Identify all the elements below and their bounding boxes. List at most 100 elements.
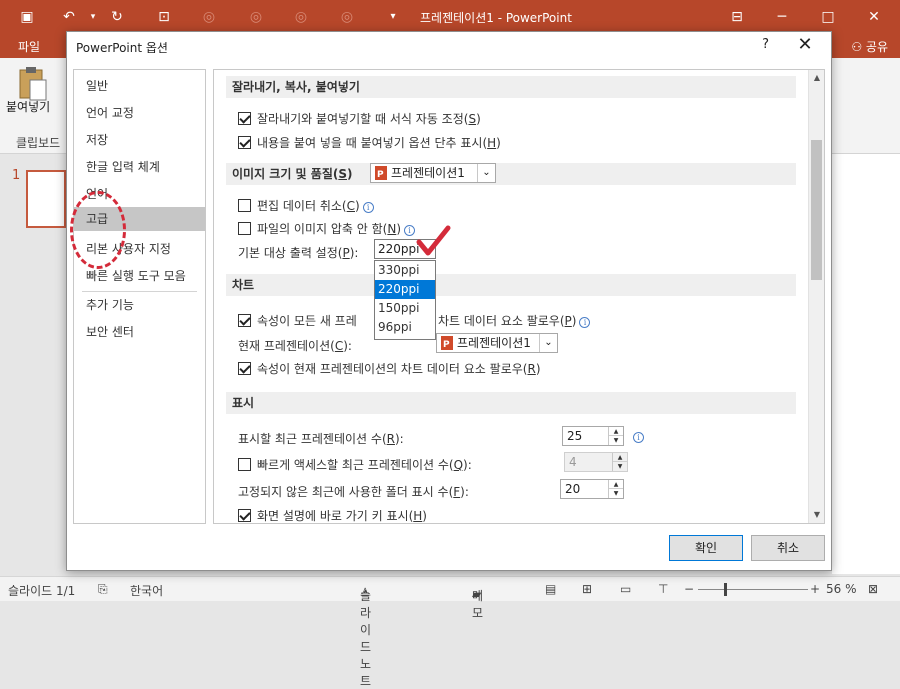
dpi-option-150[interactable]: 150ppi	[375, 299, 435, 318]
zoom-slider-thumb[interactable]	[724, 583, 727, 596]
checkbox[interactable]	[238, 112, 251, 125]
dpi-option-330[interactable]: 330ppi	[375, 261, 435, 280]
spinner-value[interactable]: 20	[565, 482, 580, 496]
option-smart-cut[interactable]: 잘라내기와 붙여넣기할 때 서식 자동 조정(S)	[238, 110, 481, 127]
ribbon-display-icon[interactable]: ⊟	[723, 6, 751, 28]
slide-thumbnail[interactable]	[26, 170, 66, 228]
scroll-up-icon[interactable]: ▲	[809, 70, 824, 86]
option-paste-options-button[interactable]: 내용을 붙여 넣을 때 붙여넣기 옵션 단추 표시(H)	[238, 134, 501, 151]
info-icon[interactable]: i	[633, 432, 644, 443]
option-label: 빠르게 액세스할 최근 프레젠테이션 수	[257, 458, 449, 472]
scroll-thumb[interactable]	[811, 140, 822, 280]
customize-toolbar-icon[interactable]: ▾	[382, 7, 404, 27]
option-label: 차트 데이터 요소 팔로우	[438, 314, 560, 328]
redo-icon[interactable]: ↻	[106, 7, 128, 27]
nav-korean-input[interactable]: 한글 입력 체계	[74, 155, 205, 179]
tab-file[interactable]: 파일	[18, 38, 40, 55]
zoom-in-icon[interactable]: +	[810, 582, 820, 596]
paste-label[interactable]: 붙여넣기	[6, 98, 50, 115]
spin-up-icon[interactable]: ▲	[609, 427, 623, 436]
current-presentation-label: 현재 프레젠테이션(C):	[238, 339, 352, 353]
zoom-slider[interactable]	[698, 589, 808, 590]
dpi-option-220[interactable]: 220ppi	[375, 280, 435, 299]
comments-label: 메모	[472, 589, 484, 620]
nav-trust-center[interactable]: 보안 센터	[74, 320, 205, 344]
recent-presentations-spinner[interactable]: 25 ▲ ▼	[562, 426, 624, 446]
scroll-down-icon[interactable]: ▼	[809, 507, 824, 523]
slideshow-view-icon[interactable]: ⊤	[658, 582, 668, 596]
language-status[interactable]: 한국어	[130, 582, 163, 599]
close-window-icon[interactable]: ✕	[860, 6, 888, 28]
spin-up-icon[interactable]: ▲	[609, 480, 623, 489]
reading-view-icon[interactable]: ▭	[620, 582, 631, 596]
access-key: C	[334, 339, 344, 353]
section-chart: 차트	[226, 274, 796, 296]
minimize-icon[interactable]: ─	[768, 6, 796, 28]
slideshow-icon[interactable]: ⊡	[153, 7, 175, 27]
spin-up-icon: ▲	[613, 453, 627, 462]
section-title: 이미지 크기 및 품질	[232, 167, 333, 181]
cancel-button[interactable]: 취소	[751, 535, 825, 561]
checkbox[interactable]	[238, 314, 251, 327]
dpi-label: 기본 대상 출력 설정	[238, 246, 338, 260]
checkbox[interactable]	[238, 509, 251, 522]
option-discard-editing-data[interactable]: 편집 데이터 취소(C) i	[238, 197, 374, 214]
nav-addins[interactable]: 추가 기능	[74, 293, 205, 317]
undo-icon[interactable]: ↶	[58, 7, 80, 27]
option-quick-access-recent[interactable]: 빠르게 액세스할 최근 프레젠테이션 수(Q):	[238, 456, 472, 473]
nav-save[interactable]: 저장	[74, 128, 205, 152]
spinner-value[interactable]: 25	[567, 429, 582, 443]
options-nav: 일반 언어 교정 저장 한글 입력 체계 언어 고급 리본 사용자 지정 빠른 …	[73, 69, 206, 524]
zoom-out-icon[interactable]: −	[684, 582, 694, 596]
normal-view-icon[interactable]: ▤	[545, 582, 556, 596]
quick-access-spinner: 4 ▲ ▼	[564, 452, 628, 472]
zoom-level[interactable]: 56 %	[826, 582, 857, 596]
info-icon[interactable]: i	[362, 202, 374, 213]
checkbox[interactable]	[238, 222, 251, 235]
option-no-compress[interactable]: 파일의 이미지 압축 안 함(N) i	[238, 220, 416, 237]
info-icon[interactable]: i	[404, 225, 416, 236]
options-dialog: PowerPoint 옵션 ? ✕ 일반 언어 교정 저장 한글 입력 체계 언…	[66, 31, 832, 571]
help-button[interactable]: ?	[762, 37, 769, 52]
option-label: 내용을 붙여 넣을 때 붙여넣기 옵션 단추 표시	[257, 136, 483, 150]
maximize-icon[interactable]: □	[814, 6, 842, 28]
slide-sorter-icon[interactable]: ⊞	[582, 582, 592, 596]
spinner-buttons[interactable]: ▲ ▼	[608, 480, 623, 498]
undo-dropdown-icon[interactable]: ▾	[82, 7, 104, 27]
spinner-buttons[interactable]: ▲ ▼	[608, 427, 623, 445]
access-key: P	[342, 246, 350, 260]
chevron-down-icon[interactable]: ⌄	[477, 164, 495, 182]
checkbox[interactable]	[238, 362, 251, 375]
status-bar: 슬라이드 1/1 ⎘ 한국어 ≜ 슬라이드 노트 ▰ 메모 ▤ ⊞ ▭ ⊤ − …	[0, 576, 900, 688]
spellcheck-icon[interactable]: ⎘	[98, 582, 108, 597]
share-label: 공유	[865, 40, 888, 54]
info-icon[interactable]: i	[579, 317, 591, 328]
paste-icon[interactable]	[18, 66, 48, 102]
dpi-option-96[interactable]: 96ppi	[375, 318, 435, 337]
spin-down-icon[interactable]: ▼	[609, 489, 623, 498]
spin-down-icon[interactable]: ▼	[609, 436, 623, 445]
slide-canvas[interactable]	[832, 154, 900, 574]
current-label: 현재 프레젠테이션	[238, 339, 331, 353]
nav-proofing[interactable]: 언어 교정	[74, 101, 205, 125]
content-scrollbar[interactable]: ▲ ▼	[808, 70, 824, 523]
dialog-close-button[interactable]: ✕	[793, 34, 817, 55]
option-chart-current[interactable]: 속성이 현재 프레젠테이션의 차트 데이터 요소 팔로우(R)	[238, 360, 541, 377]
unpinned-folders-spinner[interactable]: 20 ▲ ▼	[560, 479, 624, 499]
share-button[interactable]: ⚇ 공유	[851, 38, 888, 55]
save-icon[interactable]: ▣	[16, 7, 38, 27]
nav-general[interactable]: 일반	[74, 74, 205, 98]
checkbox[interactable]	[238, 136, 251, 149]
option-chart-all-new[interactable]: 속성이 모든 새 프레	[238, 312, 357, 329]
shape-icon-2: ◎	[249, 9, 263, 25]
shape-icon-4: ◎	[340, 9, 354, 25]
option-shortcut-in-screentips[interactable]: 화면 설명에 바로 가기 키 표시(H)	[238, 507, 427, 523]
chevron-down-icon[interactable]: ⌄	[539, 334, 557, 352]
checkbox[interactable]	[238, 199, 251, 212]
fit-slide-icon[interactable]: ⊠	[868, 582, 878, 596]
image-document-select[interactable]: 프레젠테이션1 ⌄	[370, 163, 496, 184]
notes-label: 슬라이드 노트	[360, 589, 372, 688]
ok-button[interactable]: 확인	[669, 535, 743, 561]
chart-document-select[interactable]: 프레젠테이션1 ⌄	[436, 333, 558, 354]
checkbox[interactable]	[238, 458, 251, 471]
